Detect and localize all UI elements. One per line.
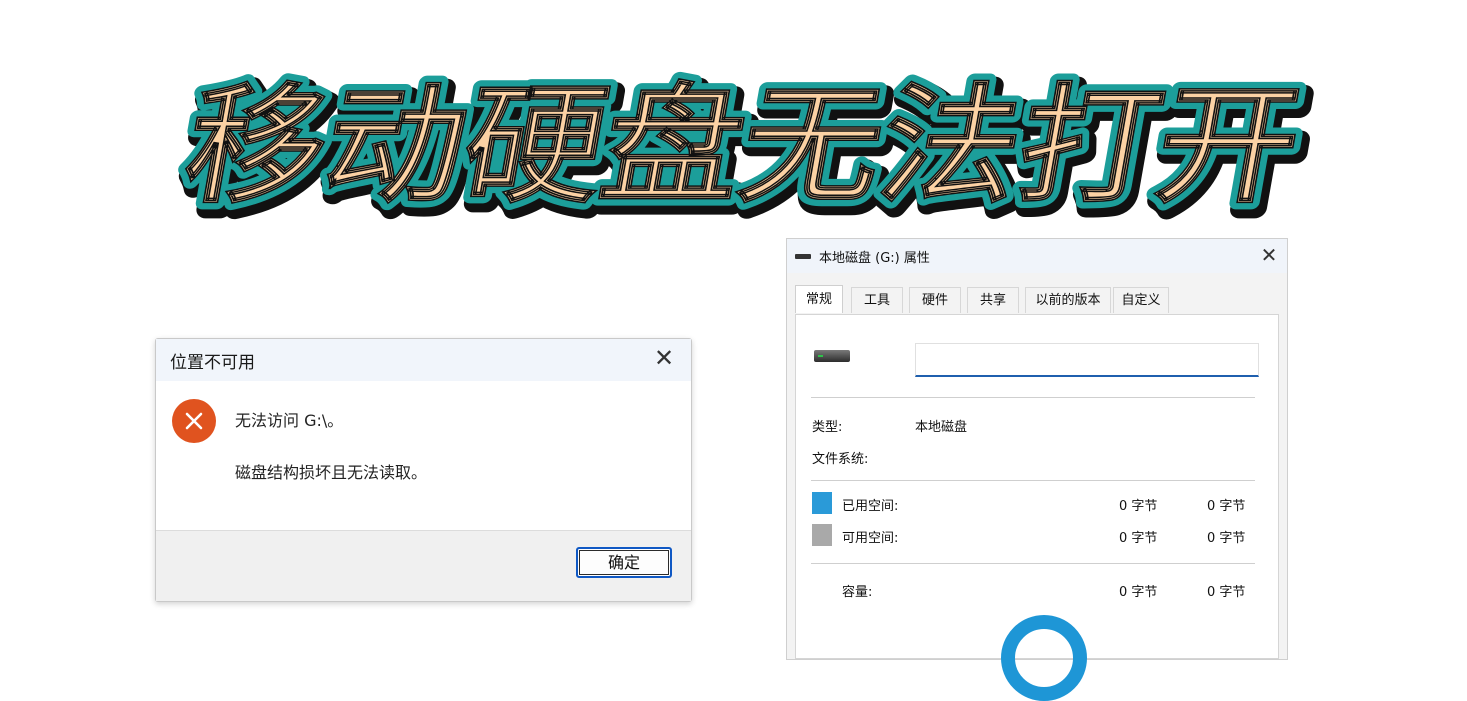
filesystem-label: 文件系统: — [812, 452, 869, 467]
error-detail: 磁盘结构损坏且无法读取。 — [235, 463, 428, 482]
used-space-swatch — [812, 492, 832, 514]
divider — [811, 397, 1255, 398]
disk-usage-pie — [1001, 615, 1087, 701]
error-dialog-footer: 确定 — [156, 530, 691, 601]
capacity-bytes: 0 字节 — [1119, 585, 1158, 600]
tab-customize[interactable]: 自定义 — [1113, 287, 1169, 313]
headline-graphic: 移动硬盘无法打开 移动硬盘无法打开 移动硬盘无法打开 — [168, 65, 1325, 237]
used-space-label: 已用空间: — [842, 499, 899, 514]
error-message: 无法访问 G:\。 — [235, 411, 344, 430]
capacity-size: 0 字节 — [1207, 585, 1246, 600]
drive-icon — [814, 350, 850, 362]
free-space-size: 0 字节 — [1207, 531, 1246, 546]
divider — [811, 480, 1255, 481]
properties-dialog: 本地磁盘 (G:) 属性 ✕ 常规 工具 硬件 共享 以前的版本 自定义 类型:… — [786, 238, 1288, 701]
drive-icon — [795, 254, 811, 259]
type-label: 类型: — [812, 420, 843, 435]
capacity-label: 容量: — [842, 585, 873, 600]
error-icon — [172, 399, 216, 443]
used-space-bytes: 0 字节 — [1119, 499, 1158, 514]
tab-hardware[interactable]: 硬件 — [909, 287, 961, 313]
error-dialog-titlebar: 位置不可用 ✕ — [156, 339, 691, 381]
properties-titlebar: 本地磁盘 (G:) 属性 ✕ — [787, 239, 1287, 273]
headline-text: 移动硬盘无法打开 — [175, 72, 1311, 221]
volume-label-input[interactable] — [915, 343, 1259, 377]
type-value: 本地磁盘 — [915, 420, 968, 435]
general-tab-panel: 类型: 本地磁盘 文件系统: 已用空间: 0 字节 0 字节 可用空间: 0 字… — [795, 314, 1279, 701]
error-dialog-title: 位置不可用 — [170, 353, 255, 373]
close-icon[interactable]: ✕ — [1257, 241, 1281, 269]
divider — [811, 563, 1255, 564]
error-dialog: 位置不可用 ✕ 无法访问 G:\。 磁盘结构损坏且无法读取。 确定 — [155, 338, 692, 602]
tab-tools[interactable]: 工具 — [851, 287, 903, 313]
used-space-size: 0 字节 — [1207, 499, 1246, 514]
close-icon[interactable]: ✕ — [651, 344, 677, 372]
properties-title: 本地磁盘 (G:) 属性 — [819, 251, 930, 266]
drive-led — [818, 355, 823, 357]
free-space-swatch — [812, 524, 832, 546]
tab-previous-versions[interactable]: 以前的版本 — [1025, 287, 1111, 313]
tab-sharing[interactable]: 共享 — [967, 287, 1019, 313]
headline: 移动硬盘无法打开 移动硬盘无法打开 移动硬盘无法打开 — [140, 65, 1325, 237]
free-space-bytes: 0 字节 — [1119, 531, 1158, 546]
ok-button[interactable]: 确定 — [576, 547, 672, 578]
tab-general[interactable]: 常规 — [795, 285, 843, 313]
free-space-label: 可用空间: — [842, 531, 899, 546]
